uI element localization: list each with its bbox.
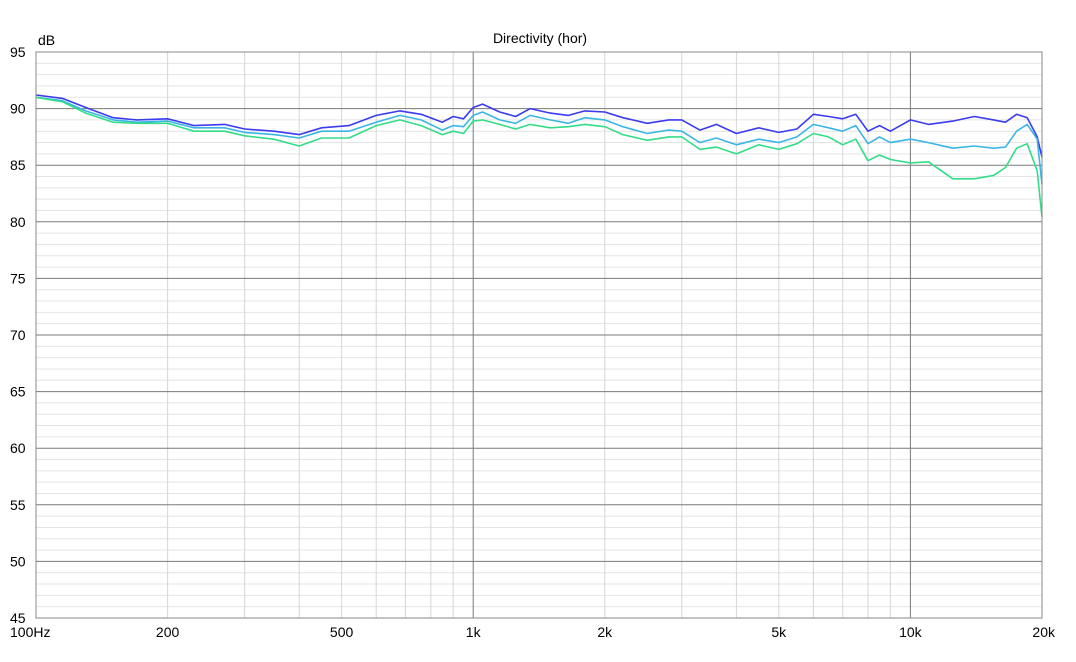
y-tick-label: 90 xyxy=(10,101,26,117)
x-tick-label: 100Hz xyxy=(10,624,50,640)
x-tick-label: 200 xyxy=(156,624,180,640)
y-tick-label: 95 xyxy=(10,44,26,60)
y-tick-label: 75 xyxy=(10,270,26,286)
y-axis-unit: dB xyxy=(38,32,55,48)
y-tick-label: 85 xyxy=(10,157,26,173)
x-tick-label: 2k xyxy=(597,624,613,640)
y-tick-label: 65 xyxy=(10,384,26,400)
directivity-chart: Directivity (hor) 4550556065707580859095… xyxy=(0,0,1076,662)
x-tick-label: 10k xyxy=(899,624,923,640)
x-tick-label: 5k xyxy=(771,624,787,640)
x-tick-label: 1k xyxy=(466,624,482,640)
y-tick-label: 55 xyxy=(10,497,26,513)
y-tick-label: 60 xyxy=(10,440,26,456)
x-tick-label: 20k xyxy=(1032,624,1056,640)
y-tick-label: 50 xyxy=(10,553,26,569)
y-tick-label: 70 xyxy=(10,327,26,343)
y-tick-label: 80 xyxy=(10,214,26,230)
x-tick-label: 500 xyxy=(330,624,354,640)
chart-background xyxy=(0,0,1076,662)
chart-title: Directivity (hor) xyxy=(493,30,587,46)
